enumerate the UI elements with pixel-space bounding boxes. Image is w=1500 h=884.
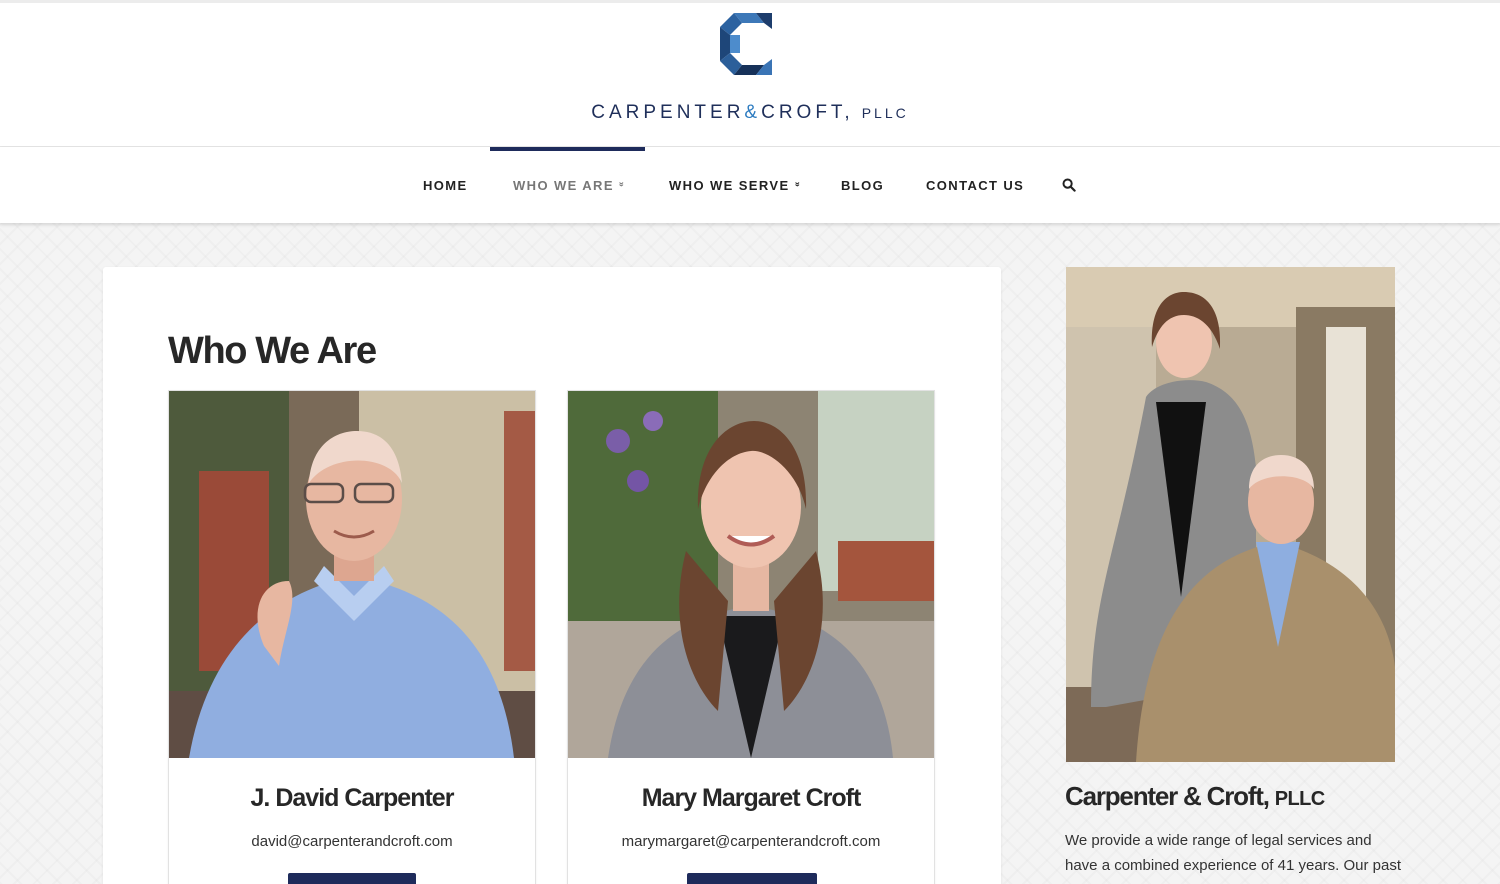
nav-item-who-we-are[interactable]: WHO WE ARE » [490,147,645,223]
search-icon [1062,178,1076,192]
nav-item-label: WHO WE SERVE [669,177,790,193]
brand-name-part1: CARPENTER [591,102,745,123]
nav-item-contact-us[interactable]: CONTACT US [926,147,1024,223]
sidebar-title: Carpenter & Croft, PLLC [1065,781,1325,812]
team-photo [1066,267,1395,762]
sidebar-description: We provide a wide range of legal service… [1065,828,1405,878]
nav-item-home[interactable]: HOME [423,147,468,223]
sidebar-text-line: have a combined experience of 41 years. … [1065,857,1402,874]
site-header: CARPENTER&CROFT, PLLC [0,0,1500,147]
sidebar-title-main: Carpenter & Croft, [1065,781,1270,811]
person-photo[interactable] [568,391,934,758]
view-profile-button[interactable] [288,873,416,884]
logo-wordmark[interactable]: CARPENTER&CROFT, PLLC [0,102,1500,124]
chevron-down-icon: » [617,181,628,189]
brand-suffix: PLLC [861,105,909,121]
person-email-link[interactable]: marymargaret@carpenterandcroft.com [568,833,934,850]
person-card-croft: Mary Margaret Croft marymargaret@carpent… [567,390,935,884]
nav-item-label: WHO WE ARE [513,177,614,193]
chevron-down-icon: » [792,181,803,189]
sidebar-title-suffix: PLLC [1274,788,1325,810]
brand-ampersand: & [744,102,762,123]
active-indicator [490,147,645,151]
view-profile-button[interactable] [687,873,817,884]
brand-name-part2: CROFT, [761,102,854,123]
person-card-carpenter: J. David Carpenter david@carpenterandcro… [168,390,536,884]
person-email-link[interactable]: david@carpenterandcroft.com [169,833,535,850]
person-photo[interactable] [169,391,535,758]
search-button[interactable] [1062,147,1076,223]
nav-item-who-we-serve[interactable]: WHO WE SERVE » [669,147,803,223]
page-title: Who We Are [168,330,377,372]
nav-item-blog[interactable]: BLOG [841,147,884,223]
person-name: Mary Margaret Croft [641,784,862,812]
sidebar-text-line: We provide a wide range of legal service… [1065,832,1372,849]
person-name: J. David Carpenter [250,784,455,812]
main-nav: HOME WHO WE ARE » WHO WE SERVE » BLOG CO… [0,147,1500,223]
nav-item-label: CONTACT US [926,177,1025,193]
nav-item-label: HOME [423,177,468,193]
logo-icon[interactable] [716,9,776,79]
nav-item-label: BLOG [841,177,885,193]
